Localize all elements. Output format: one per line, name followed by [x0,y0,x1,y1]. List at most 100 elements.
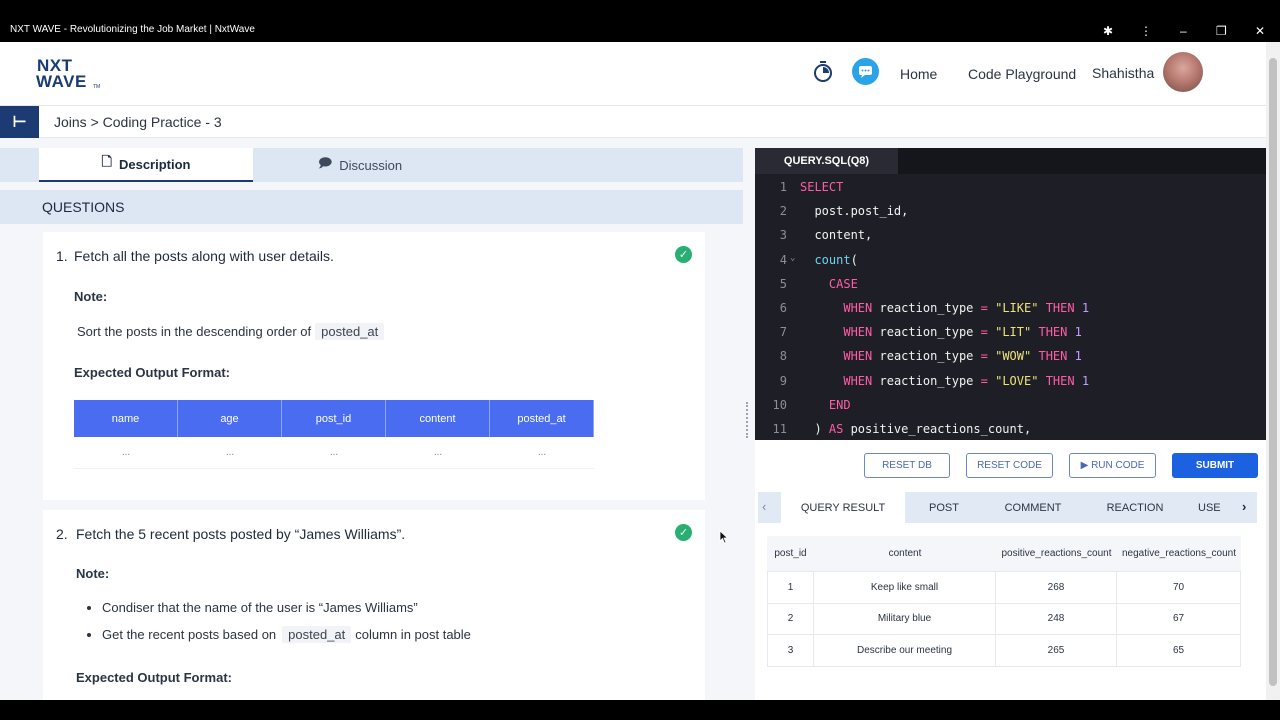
tab-reaction[interactable]: REACTION [1088,492,1182,523]
nav-home-link[interactable]: Home [900,66,937,82]
table-cell: ... [490,437,594,469]
table-cell: 3 [767,635,814,666]
question-1-note-label: Note: [74,289,108,304]
editor-actions: RESET DB RESET CODE ▶ RUN CODE SUBMIT [755,440,1266,488]
table-cell: 65 [1117,635,1241,666]
sidebar-toggle-button[interactable]: ⊢ [0,106,39,138]
bottom-bar [0,700,1280,720]
question-1-number: 1. [56,248,68,264]
submit-button[interactable]: SUBMIT [1172,453,1258,478]
close-icon[interactable]: ✕ [1255,25,1265,37]
table-header-cell: content [888,548,922,559]
chat-icon[interactable] [852,58,879,85]
line-number: 10 [772,397,787,412]
table-cell: 67 [1117,603,1241,634]
code-line: SELECT [800,180,844,194]
table-cell: 2 [767,603,814,634]
timer-icon[interactable] [813,61,833,83]
table-cell: Keep like small [814,572,996,603]
code-editor[interactable]: QUERY.SQL(Q8) 1 SELECT 2 post.post_id, 3 … [755,148,1266,440]
question-1-title: Fetch all the posts along with user deta… [74,248,334,264]
table-row: 3 Describe our meeting 265 65 [767,635,1241,667]
nav-code-playground-link[interactable]: Code Playground [968,66,1076,82]
table-cell: 248 [996,603,1117,634]
table-cell: ... [282,437,386,469]
reset-db-button[interactable]: RESET DB [864,453,950,478]
pane-resize-handle[interactable] [746,402,750,438]
tab-user[interactable]: USE [1198,492,1244,523]
line-number: 8 [779,349,787,364]
question-2-title: Fetch the 5 recent posts posted by “Jame… [76,526,406,542]
table-cell: ... [386,437,490,469]
page-scrollbar[interactable] [1266,42,1280,700]
chevron-left-icon[interactable]: ‹ [762,499,766,514]
code-lines[interactable]: 1 SELECT 2 post.post_id, 3 content, 4 ⌄ co… [755,180,1266,446]
comment-icon: 🗩 [317,155,333,170]
table-header-cell: posted_at [490,400,594,437]
run-code-button[interactable]: ▶ RUN CODE [1069,453,1156,478]
tab-query-result[interactable]: QUERY RESULT [781,492,905,523]
user-name[interactable]: Shahistha [1092,65,1154,81]
site-header: NXT WAVE TM Home Code Playground Shahist… [0,42,1266,106]
code-line: END [828,397,851,412]
scrollbar-thumb[interactable] [1269,58,1277,686]
questions-header-label: QUESTIONS [42,199,125,215]
inline-code: posted_at [282,626,352,643]
table-header-cell: post_id [774,548,807,559]
reset-code-button[interactable]: RESET CODE [966,453,1053,478]
breadcrumb-bar: ⊢ Joins > Coding Practice - 3 [0,106,1266,138]
table-row: 1 Keep like small 268 70 [767,572,1241,604]
line-number: 11 [772,421,787,436]
table-cell: Military blue [814,603,996,634]
tab-description-label: Description [118,156,191,172]
questions-header: QUESTIONS [0,190,743,224]
line-number: 3 [779,228,787,243]
table-header-cell: content [386,400,490,437]
question-2-output-label: Expected Output Format: [76,670,233,685]
chevron-right-icon[interactable]: › [1242,499,1246,514]
line-number: 5 [779,276,787,291]
results-panel: ‹ QUERY RESULT POST COMMENT REACTION USE… [755,488,1266,700]
table-header-cell: post_id [282,400,386,437]
restore-icon[interactable]: ❐ [1216,25,1227,37]
extensions-icon[interactable]: ✱ [1103,25,1113,37]
question-1-note-text: Sort the posts in the descending order o… [77,323,385,340]
expected-output-table: name... age... post_id... content... pos… [74,400,594,469]
table-header-row: post_id content positive_reactions_count… [767,536,1241,572]
code-line: count( [814,252,858,267]
code-line: WHEN reaction_type = "LOVE" THEN 1 [843,373,1090,388]
problem-tabs: 🗋 Description 🗩 Discussion [0,148,743,182]
nxtwave-logo[interactable]: NXT WAVE TM [36,56,106,92]
line-number: 4 [779,252,787,267]
window-titlebar: NXT WAVE - Revolutionizing the Job Marke… [0,0,1280,42]
minimize-icon[interactable]: – [1180,25,1187,37]
tab-comment[interactable]: COMMENT [983,492,1083,523]
page-viewport: NXT WAVE TM Home Code Playground Shahist… [0,42,1280,700]
avatar[interactable] [1163,52,1203,92]
code-line: CASE [828,276,858,291]
table-header-cell: positive_reactions_count [1001,548,1112,559]
code-line: post.post_id, [800,204,909,219]
editor-file-tab[interactable]: QUERY.SQL(Q8) [755,148,898,174]
table-cell: ... [74,437,178,469]
table-cell: 70 [1117,572,1241,603]
tab-description[interactable]: 🗋 Description [39,148,253,182]
window-title: NXT WAVE - Revolutionizing the Job Marke… [10,24,255,35]
fold-chevron-icon[interactable]: ⌄ [790,253,795,263]
table-header-cell: negative_reactions_count [1122,548,1236,559]
code-line: WHEN reaction_type = "LIKE" THEN 1 [843,300,1090,315]
expand-sidebar-icon: ⊢ [12,114,27,131]
table-cell: ... [178,437,282,469]
more-menu-icon[interactable]: ⋮ [1140,25,1152,37]
list-item: Get the recent posts based on posted_atco… [102,626,471,643]
table-cell: 265 [996,635,1117,666]
code-line: WHEN reaction_type = "LIT" THEN 1 [843,325,1082,340]
line-number: 1 [779,180,787,194]
line-number: 2 [779,204,787,219]
line-number: 6 [779,300,787,315]
code-line: WHEN reaction_type = "WOW" THEN 1 [843,349,1082,364]
tab-post[interactable]: POST [908,492,980,523]
table-header-cell: name [74,400,178,437]
query-result-table: post_id content positive_reactions_count… [767,536,1241,667]
tab-discussion[interactable]: 🗩 Discussion [253,148,467,182]
